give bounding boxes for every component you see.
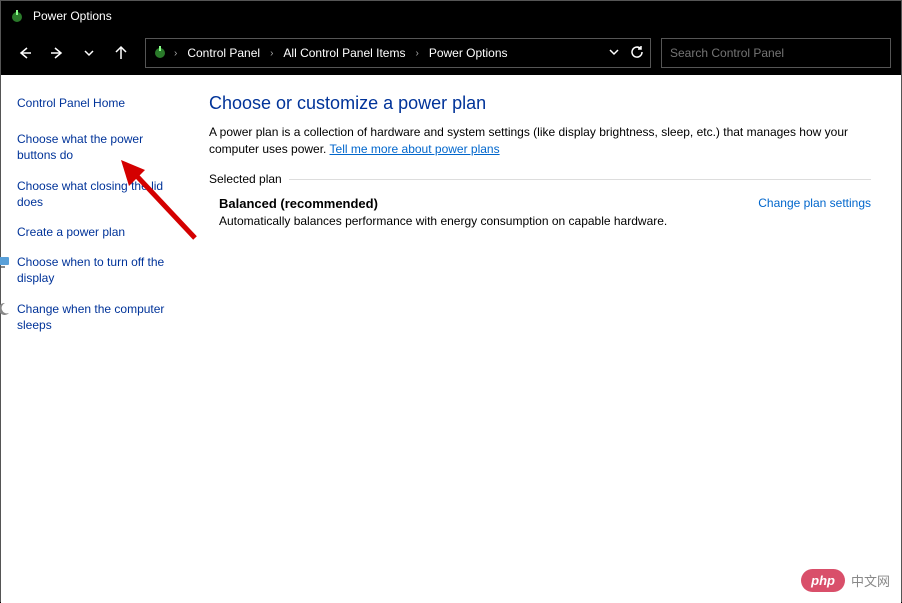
main-panel: Choose or customize a power plan A power… xyxy=(201,75,901,603)
address-bar[interactable]: › Control Panel › All Control Panel Item… xyxy=(145,38,651,68)
display-icon xyxy=(0,254,11,270)
title-bar: Power Options xyxy=(1,1,901,31)
watermark-pill: php xyxy=(801,569,845,592)
page-heading: Choose or customize a power plan xyxy=(209,93,871,114)
up-button[interactable] xyxy=(107,39,135,67)
content-area: Control Panel Home Choose what the power… xyxy=(1,75,901,603)
search-input[interactable] xyxy=(670,46,882,60)
watermark: php 中文网 xyxy=(801,569,890,592)
sidebar: Control Panel Home Choose what the power… xyxy=(1,75,201,603)
sidebar-link-create-plan[interactable]: Create a power plan xyxy=(17,224,185,240)
power-plan-row: Balanced (recommended) Automatically bal… xyxy=(209,186,871,238)
sidebar-link-computer-sleeps[interactable]: Change when the computer sleeps xyxy=(17,301,185,333)
recent-dropdown[interactable] xyxy=(75,39,103,67)
refresh-button[interactable] xyxy=(630,45,644,62)
selected-plan-label: Selected plan xyxy=(209,172,871,186)
change-plan-settings-link[interactable]: Change plan settings xyxy=(758,196,871,210)
chevron-down-icon[interactable] xyxy=(608,46,620,61)
chevron-right-icon[interactable]: › xyxy=(172,48,179,59)
nav-bar: › Control Panel › All Control Panel Item… xyxy=(1,31,901,75)
plan-name: Balanced (recommended) xyxy=(219,196,667,211)
sleep-icon xyxy=(0,301,11,317)
control-panel-home-link[interactable]: Control Panel Home xyxy=(17,95,185,111)
forward-button[interactable] xyxy=(43,39,71,67)
breadcrumb-item[interactable]: Power Options xyxy=(425,44,512,62)
chevron-right-icon[interactable]: › xyxy=(268,48,275,59)
back-button[interactable] xyxy=(11,39,39,67)
search-box[interactable] xyxy=(661,38,891,68)
breadcrumb-item[interactable]: All Control Panel Items xyxy=(279,44,409,62)
window-title: Power Options xyxy=(33,9,112,23)
plan-description: Automatically balances performance with … xyxy=(219,214,667,228)
location-icon xyxy=(152,44,168,63)
learn-more-link[interactable]: Tell me more about power plans xyxy=(330,142,500,156)
page-description: A power plan is a collection of hardware… xyxy=(209,124,871,158)
sidebar-link-power-buttons[interactable]: Choose what the power buttons do xyxy=(17,131,185,163)
watermark-text: 中文网 xyxy=(851,571,890,590)
breadcrumb-item[interactable]: Control Panel xyxy=(183,44,264,62)
chevron-right-icon[interactable]: › xyxy=(413,48,420,59)
app-icon xyxy=(9,8,25,24)
sidebar-link-turn-off-display[interactable]: Choose when to turn off the display xyxy=(17,254,185,286)
sidebar-link-closing-lid[interactable]: Choose what closing the lid does xyxy=(17,178,185,210)
